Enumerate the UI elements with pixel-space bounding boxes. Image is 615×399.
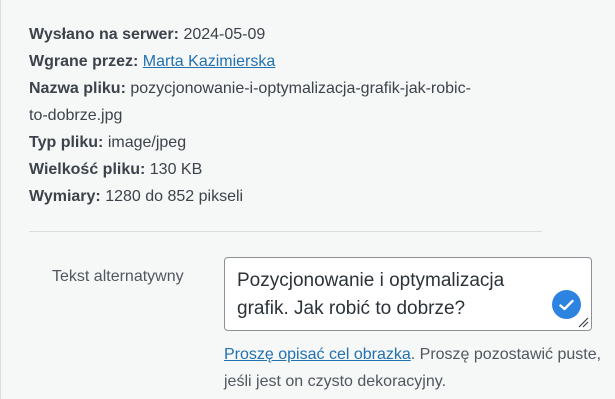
uploaded-on-value: 2024-05-09 [183,26,266,43]
check-circle-icon [552,290,581,319]
alt-text-label: Tekst alternatywny [52,268,184,285]
file-details: Wysłano na serwer: 2024-05-09 Wgrane prz… [29,21,549,210]
alt-help-link[interactable]: Proszę opisać cel obrazka [224,346,411,363]
file-name-row: Nazwa pliku: pozycjonowanie-i-optymaliza… [29,75,549,129]
uploaded-by-row: Wgrane przez: Marta Kazimierska [29,48,549,75]
alt-text-value[interactable]: Pozycjonowanie i optymalizacja grafik. J… [237,267,557,323]
uploaded-by-link[interactable]: Marta Kazimierska [143,53,275,70]
file-type-label: Typ pliku: [29,134,104,151]
file-name-value-line1: pozycjonowanie-i-optymalizacja-grafik-ja… [130,80,471,97]
alt-text-field[interactable]: Pozycjonowanie i optymalizacja grafik. J… [224,257,592,331]
divider [29,231,542,232]
uploaded-on-row: Wysłano na serwer: 2024-05-09 [29,21,549,48]
file-size-label: Wielkość pliku: [29,161,146,178]
alt-text-help: Proszę opisać cel obrazka. Proszę pozost… [224,341,604,395]
dimensions-label: Wymiary: [29,188,101,205]
uploaded-on-label: Wysłano na serwer: [29,26,179,43]
file-type-value: image/jpeg [107,134,187,151]
attachment-details-panel: Wysłano na serwer: 2024-05-09 Wgrane prz… [0,0,615,399]
file-size-row: Wielkość pliku: 130 KB [29,156,549,183]
dimensions-value: 1280 do 852 pikseli [105,188,244,205]
file-size-value: 130 KB [149,161,203,178]
file-name-value-line2: to-dobrze.jpg [29,107,123,124]
uploaded-by-label: Wgrane przez: [29,53,139,70]
file-type-row: Typ pliku: image/jpeg [29,129,549,156]
file-name-label: Nazwa pliku: [29,80,126,97]
dimensions-row: Wymiary: 1280 do 852 pikseli [29,183,549,210]
resize-grip-icon[interactable] [578,317,589,328]
